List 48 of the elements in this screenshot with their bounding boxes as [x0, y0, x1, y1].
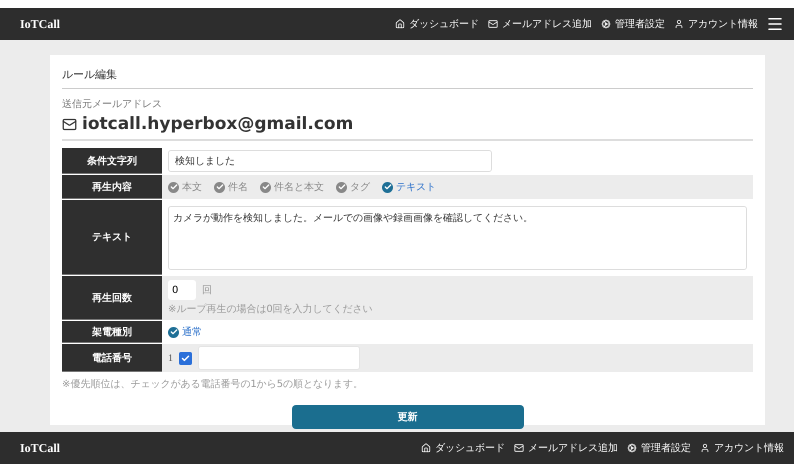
radio-option[interactable]: テキスト: [382, 180, 436, 194]
gear-icon: [601, 19, 611, 29]
nav-link[interactable]: アカウント情報: [674, 17, 758, 31]
nav-link[interactable]: 管理者設定: [601, 17, 665, 31]
row-label: 電話番号: [62, 344, 162, 372]
check-icon: [170, 183, 178, 191]
nav-link[interactable]: メールアドレス追加: [488, 17, 592, 31]
nav-link[interactable]: ダッシュボード: [421, 441, 505, 455]
check-icon: [338, 183, 346, 191]
mail-icon: [514, 443, 524, 453]
row-label: テキスト: [62, 200, 162, 275]
phone-index: 1: [168, 352, 173, 364]
sender-email: iotcall.hyperbox@gmail.com: [82, 114, 354, 134]
row-label: 架電種別: [62, 321, 162, 343]
check-icon: [181, 354, 190, 362]
nav-link[interactable]: 管理者設定: [627, 441, 691, 455]
mail-icon: [62, 116, 77, 132]
note-text: ※優先順位は、チェックがある電話番号の1から5の順となります。: [62, 378, 364, 391]
hint-text: ※ループ再生の場合は0回を入力してください: [168, 302, 374, 316]
card-title: ルール編集: [62, 63, 753, 89]
sender-label: 送信元メールアドレス: [62, 98, 163, 111]
mail-icon: [488, 19, 498, 29]
phone-field[interactable]: [198, 346, 360, 370]
user-icon: [700, 443, 710, 453]
check-icon: [170, 328, 178, 336]
menu-icon[interactable]: [766, 15, 784, 33]
checkbox[interactable]: [179, 352, 192, 364]
text-area[interactable]: カメラが動作を検知しました。メールでの画像や録画画像を確認してください。: [168, 206, 747, 270]
brand-logo[interactable]: IoTCall: [20, 16, 60, 32]
row-label: 再生回数: [62, 276, 162, 320]
input-field[interactable]: 検知しました: [168, 150, 492, 172]
nav-link[interactable]: アカウント情報: [700, 441, 784, 455]
check-icon: [262, 183, 270, 191]
home-icon: [395, 19, 405, 29]
brand-logo[interactable]: IoTCall: [20, 440, 60, 456]
row-label: 条件文字列: [62, 148, 162, 174]
unit-label: 回: [202, 284, 212, 297]
gear-icon: [627, 443, 637, 453]
nav-link[interactable]: メールアドレス追加: [514, 441, 618, 455]
home-icon: [421, 443, 431, 453]
nav-link[interactable]: ダッシュボード: [395, 17, 479, 31]
check-icon: [384, 183, 392, 191]
row-label: 再生内容: [62, 175, 162, 199]
radio-option[interactable]: 通常: [168, 325, 202, 339]
update-button[interactable]: 更新: [292, 405, 524, 429]
count-field[interactable]: 0: [168, 280, 196, 300]
check-icon: [216, 183, 224, 191]
user-icon: [674, 19, 684, 29]
